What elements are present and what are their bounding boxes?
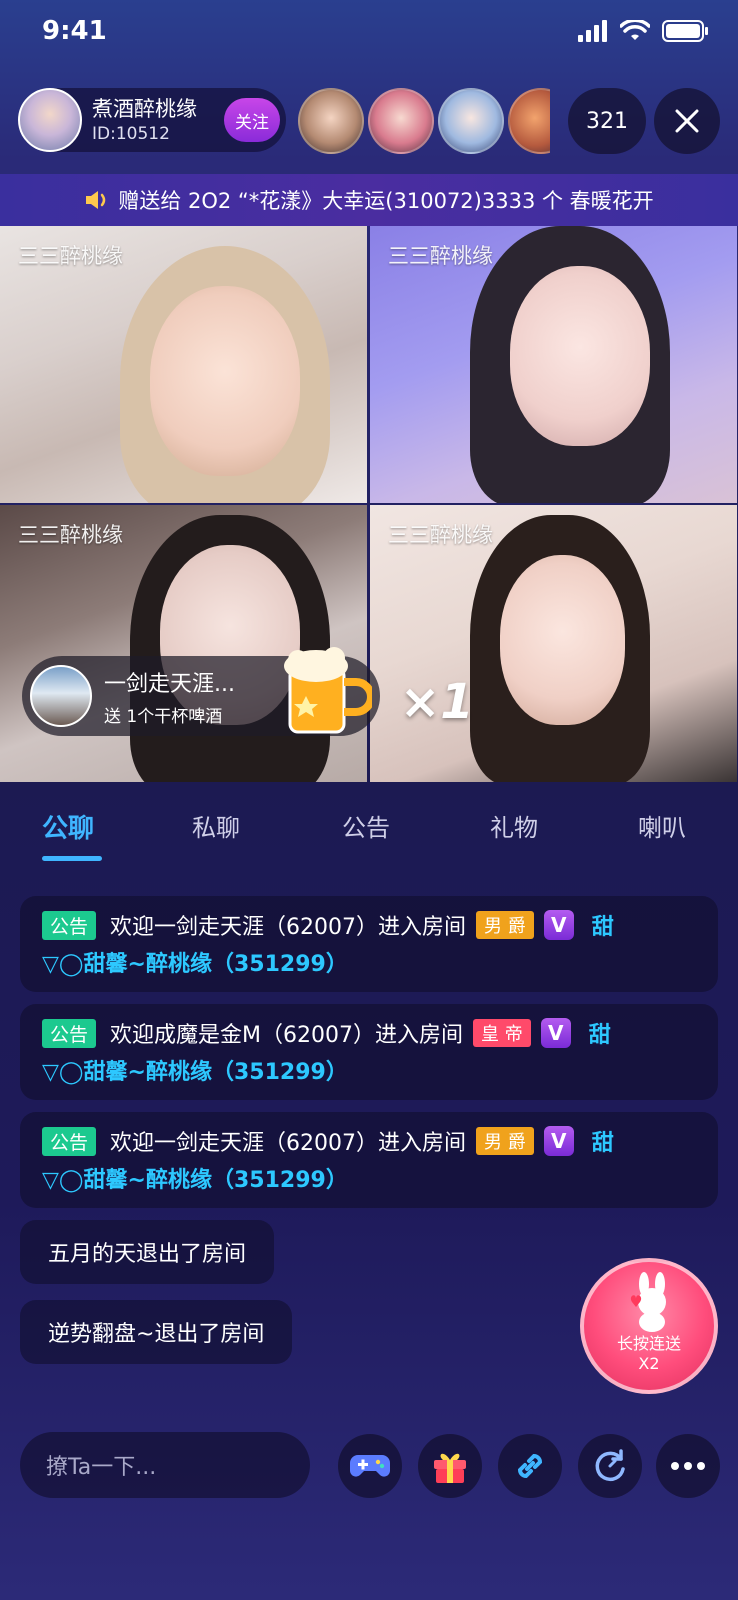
host-card[interactable]: 煮酒醉桃缘 ID:10512 关注 [18, 88, 286, 152]
notice-tag: 公告 [42, 910, 97, 940]
video-tile[interactable]: 三三醉桃缘 [370, 226, 737, 503]
message-line: 公告 欢迎一剑走天涯（62007）进入房间 男 爵 V 甜 [42, 908, 700, 942]
rank-badge: 男 爵 [476, 911, 534, 939]
streamer-face [500, 555, 625, 725]
message-line: 公告 欢迎一剑走天涯（62007）进入房间 男 爵 V 甜 [42, 1124, 700, 1158]
gift-sender-avatar [30, 665, 92, 727]
bottom-toolbar: 撩Ta一下... [0, 1432, 738, 1502]
chat-tabs: 公聊 私聊 公告 礼物 喇叭 [0, 796, 738, 866]
tile-label: 三三醉桃缘 [388, 244, 493, 268]
close-icon [675, 109, 699, 133]
status-time: 9:41 [42, 16, 107, 46]
vip-badge: V [540, 1018, 571, 1048]
chat-message[interactable]: 公告 欢迎一剑走天涯（62007）进入房间 男 爵 V 甜 ▽◯甜馨~醉桃缘（3… [20, 1112, 718, 1208]
room-header: 煮酒醉桃缘 ID:10512 关注 321 [0, 86, 738, 156]
chat-message[interactable]: 公告 欢迎成魔是金M（62007）进入房间 皇 帝 V 甜 ▽◯甜馨~醉桃缘（3… [20, 1004, 718, 1100]
viewer-count-button[interactable]: 321 [568, 88, 646, 154]
viewer-avatar[interactable] [368, 88, 434, 154]
host-id: ID:10512 [92, 124, 170, 144]
hold-send-multiplier: X2 [638, 1354, 660, 1373]
viewer-avatar[interactable] [508, 88, 550, 154]
vip-badge: V [543, 910, 574, 940]
message-line: 公告 欢迎成魔是金M（62007）进入房间 皇 帝 V 甜 [42, 1016, 700, 1050]
game-button[interactable] [338, 1434, 402, 1498]
message-guild: ▽◯甜馨~醉桃缘（351299） [42, 1168, 348, 1193]
rank-badge: 皇 帝 [472, 1019, 531, 1047]
message-text: 欢迎一剑走天涯（62007）进入房间 [110, 1131, 467, 1156]
tab-horn[interactable]: 喇叭 [638, 808, 686, 843]
beer-mug-icon [284, 647, 372, 734]
exit-message[interactable]: 五月的天退出了房间 [20, 1220, 275, 1284]
notice-tag: 公告 [42, 1126, 97, 1156]
rank-badge: 男 爵 [476, 1127, 534, 1155]
exit-message[interactable]: 逆势翻盘~退出了房间 [20, 1300, 293, 1364]
gift-toast: 一剑走天涯... 送 1个干杯啤酒 [22, 647, 380, 736]
viewer-avatar[interactable] [438, 88, 504, 154]
tab-private-chat[interactable]: 私聊 [192, 808, 240, 843]
active-tab-indicator [42, 856, 102, 861]
viewer-avatar-list [298, 88, 550, 154]
speaker-icon [86, 191, 106, 209]
chat-input[interactable]: 撩Ta一下... [20, 1432, 310, 1498]
more-button[interactable] [656, 1434, 720, 1498]
gift-button[interactable] [418, 1434, 482, 1498]
hold-to-send-button[interactable]: 长按连送 X2 [580, 1258, 718, 1394]
battery-icon [662, 20, 708, 42]
chat-message[interactable]: 公告 欢迎一剑走天涯（62007）进入房间 男 爵 V 甜 ▽◯甜馨~醉桃缘（3… [20, 896, 718, 992]
signal-icon [578, 20, 607, 42]
more-dots-icon [671, 1462, 705, 1470]
gift-description: 送 1个干杯啤酒 [104, 706, 223, 727]
message-text: 欢迎成魔是金M（62007）进入房间 [110, 1023, 463, 1048]
refresh-button[interactable] [578, 1434, 642, 1498]
share-link-button[interactable] [498, 1434, 562, 1498]
video-tile[interactable]: 三三醉桃缘 [370, 505, 737, 782]
gift-sender-name: 一剑走天涯... [104, 671, 235, 697]
link-icon [517, 1453, 543, 1479]
wifi-icon [620, 20, 650, 40]
message-tail: 甜 [588, 1023, 611, 1048]
tab-notice[interactable]: 公告 [342, 808, 390, 843]
status-icons [578, 20, 708, 42]
message-guild: ▽◯甜馨~醉桃缘（351299） [42, 1060, 348, 1085]
hold-send-label: 长按连送 [616, 1334, 681, 1353]
bunny-icon [630, 1272, 666, 1332]
video-grid: 三三醉桃缘 三三醉桃缘 三三醉桃缘 三三醉桃缘 一剑走天涯... 送 1个干杯啤… [0, 226, 738, 782]
status-bar: 9:41 [0, 0, 738, 70]
gamepad-icon [350, 1455, 390, 1477]
refresh-icon [595, 1449, 625, 1482]
host-avatar[interactable] [18, 88, 82, 152]
tab-gifts[interactable]: 礼物 [490, 808, 538, 843]
message-guild: ▽◯甜馨~醉桃缘（351299） [42, 952, 348, 977]
message-tail: 甜 [591, 915, 614, 940]
video-tile[interactable]: 三三醉桃缘 [0, 226, 367, 503]
streamer-face [150, 286, 300, 476]
notice-tag: 公告 [42, 1018, 97, 1048]
gift-combo-count: ×1 [400, 674, 474, 730]
announcement-text: 赠送给 2O2 “*花漾》大幸运(310072)3333 个 春暖花开 [118, 189, 654, 213]
message-text: 欢迎一剑走天涯（62007）进入房间 [110, 915, 467, 940]
follow-button[interactable]: 关注 [224, 98, 280, 142]
gift-text: 一剑走天涯... 送 1个干杯啤酒 [104, 666, 235, 727]
vip-badge: V [543, 1126, 574, 1156]
tab-public-chat[interactable]: 公聊 [42, 808, 94, 845]
tile-label: 三三醉桃缘 [388, 523, 493, 547]
close-button[interactable] [654, 88, 720, 154]
streamer-face [510, 266, 650, 446]
host-info: 煮酒醉桃缘 ID:10512 [92, 96, 224, 144]
gift-box-icon [434, 1453, 466, 1483]
announcement-bar: 赠送给 2O2 “*花漾》大幸运(310072)3333 个 春暖花开 [0, 174, 738, 226]
message-tail: 甜 [591, 1131, 614, 1156]
tile-label: 三三醉桃缘 [18, 244, 123, 268]
host-name: 煮酒醉桃缘 [92, 97, 197, 121]
tile-label: 三三醉桃缘 [18, 523, 123, 547]
viewer-avatar[interactable] [298, 88, 364, 154]
